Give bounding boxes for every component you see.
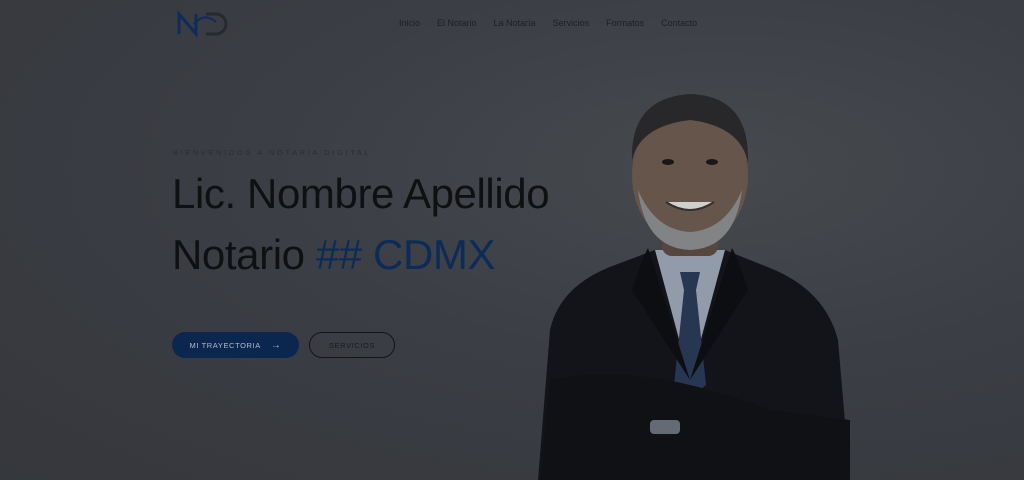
dark-overlay (0, 0, 1024, 480)
